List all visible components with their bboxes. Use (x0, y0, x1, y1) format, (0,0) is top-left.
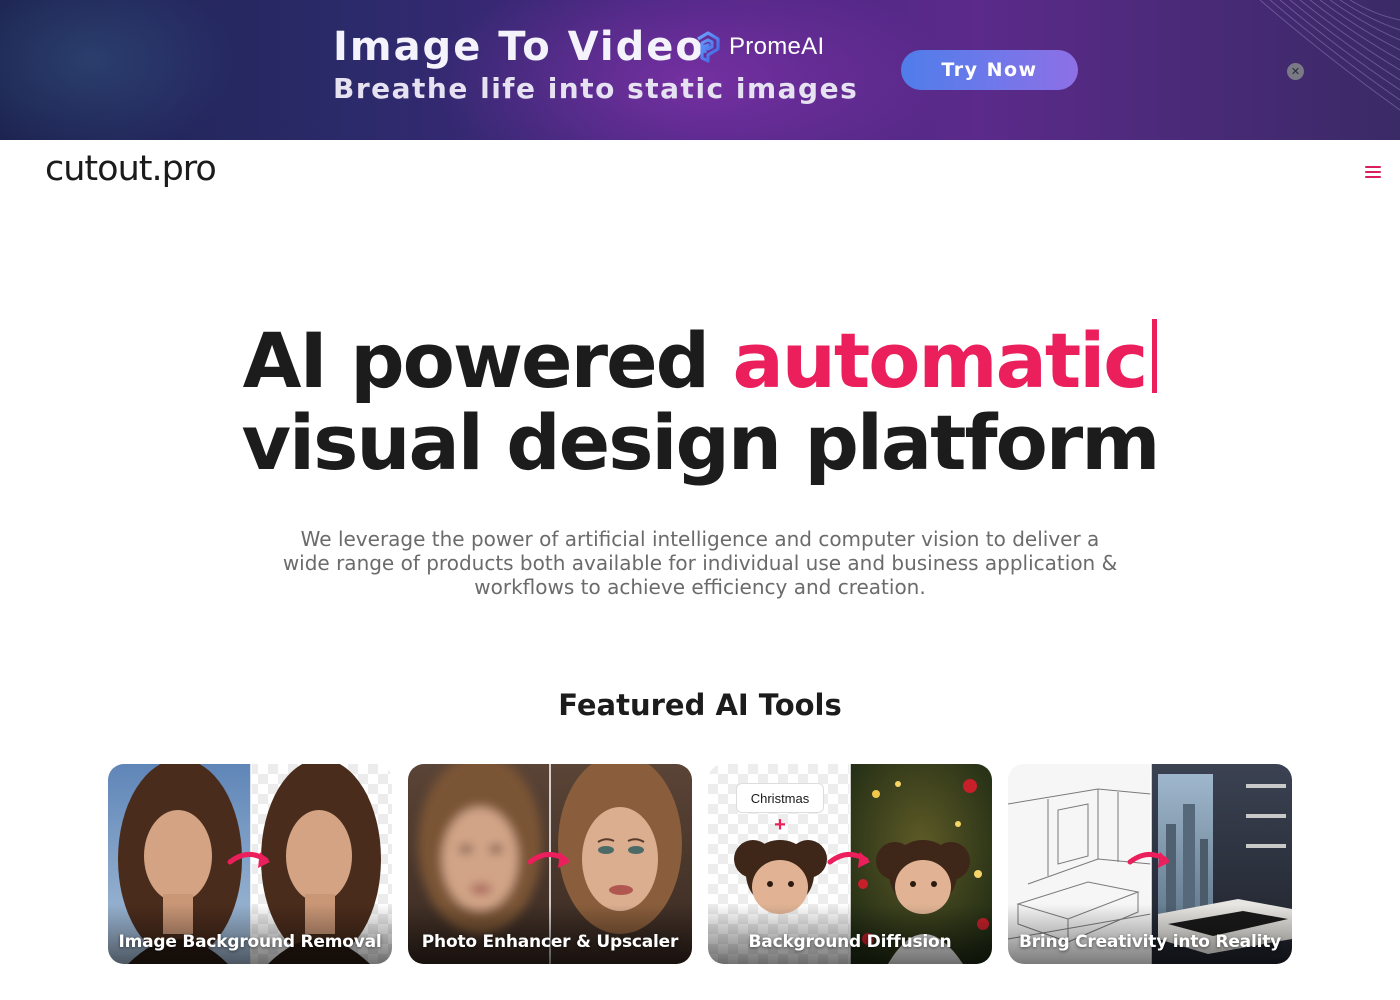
tool-card-creativity-reality[interactable]: Bring Creativity into Reality (1008, 764, 1292, 964)
featured-section-title: Featured AI Tools (558, 688, 842, 722)
prompt-tag: Christmas (736, 783, 824, 813)
tool-card-background-diffusion[interactable]: Christmas + Background Diffusion (708, 764, 992, 964)
tool-card-label: Image Background Removal (118, 932, 382, 952)
banner-glow (0, 0, 240, 140)
tool-card-label: Bring Creativity into Reality (1018, 932, 1282, 952)
site-logo[interactable]: cutout.pro (45, 149, 217, 189)
hero-description: We leverage the power of artificial inte… (282, 527, 1118, 599)
typing-cursor (1152, 319, 1158, 393)
tool-card-photo-enhancer[interactable]: Photo Enhancer & Upscaler (408, 764, 692, 964)
hero-heading-accent: automatic (732, 316, 1148, 405)
hero-heading-line2: visual design platform (241, 398, 1161, 487)
promo-banner[interactable]: Image To Video PromeAI Breathe life into… (0, 0, 1400, 140)
hero-heading-prefix: AI powered (242, 316, 733, 405)
promeai-brand-name: PromeAI (729, 33, 825, 60)
banner-title: Image To Video (333, 24, 705, 70)
try-now-button[interactable]: Try Now (901, 50, 1078, 90)
close-icon[interactable]: ✕ (1287, 63, 1304, 80)
menu-bar (1365, 176, 1381, 178)
tool-card-label: Background Diffusion (748, 932, 952, 952)
tool-card-background-removal[interactable]: Image Background Removal (108, 764, 392, 964)
banner-mesh-decoration (1260, 0, 1400, 111)
hero-heading-line1: AI powered automatic (0, 316, 1400, 405)
plus-icon: + (774, 814, 786, 836)
tool-card-label: Photo Enhancer & Upscaler (421, 932, 679, 952)
hamburger-menu-icon[interactable] (1362, 163, 1384, 181)
banner-subtitle: Breathe life into static images (333, 72, 859, 105)
banner-glow (430, 0, 950, 140)
menu-bar (1365, 171, 1381, 173)
menu-bar (1365, 166, 1381, 168)
promeai-logo-icon (697, 31, 720, 63)
